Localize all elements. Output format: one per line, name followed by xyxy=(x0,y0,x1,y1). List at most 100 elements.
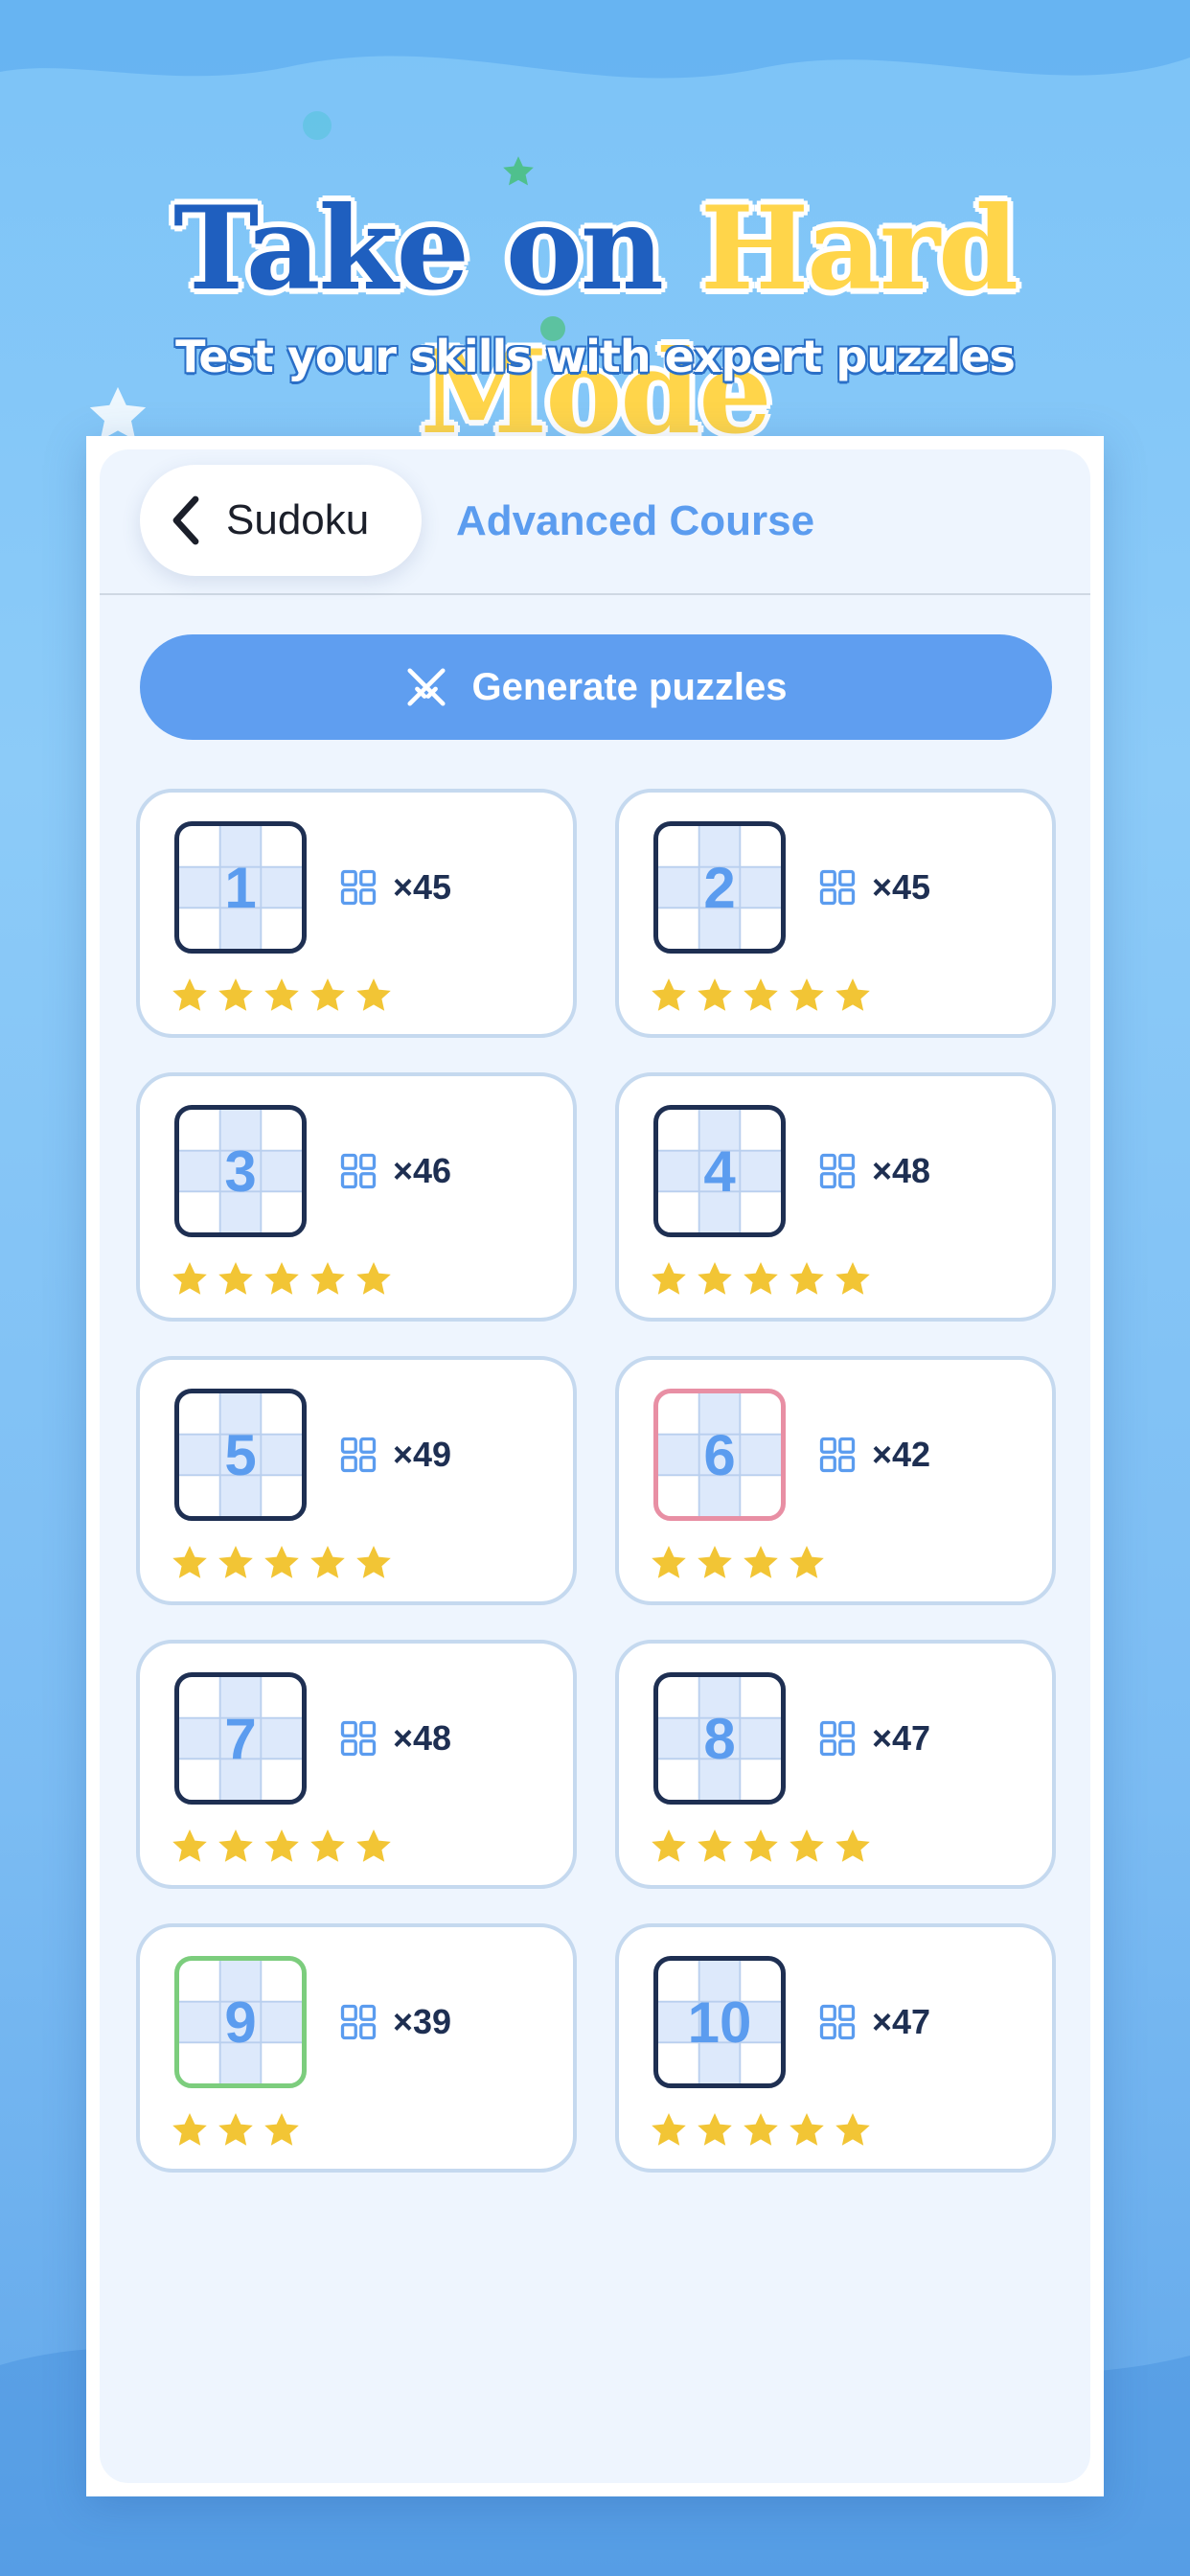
puzzle-card-9[interactable]: 9 ×39 xyxy=(136,1923,577,2173)
star-icon xyxy=(172,1829,207,1862)
difficulty-stars xyxy=(169,1542,399,1584)
piece-count: ×47 xyxy=(816,2000,930,2044)
grid-pieces-icon xyxy=(819,1437,856,1473)
back-button-label: Sudoku xyxy=(226,496,370,543)
top-bar: Sudoku Advanced Course xyxy=(100,449,1090,595)
puzzle-card-5[interactable]: 5 ×49 xyxy=(136,1356,577,1605)
star-icon xyxy=(790,1262,824,1295)
star-icon xyxy=(356,978,391,1011)
chevron-left-icon xyxy=(172,495,199,545)
difficulty-stars xyxy=(648,1542,832,1584)
piece-count-value: ×45 xyxy=(393,867,452,907)
star-icon xyxy=(356,1546,391,1578)
star-icon xyxy=(744,1546,778,1578)
star-icon xyxy=(264,978,299,1011)
star-icon xyxy=(698,2113,732,2146)
puzzle-thumbnail: 1 xyxy=(174,821,307,954)
piece-count: ×42 xyxy=(816,1433,930,1477)
difficulty-stars xyxy=(169,1826,399,1868)
grid-pieces-icon xyxy=(819,1153,856,1189)
puzzle-thumbnail: 7 xyxy=(174,1672,307,1805)
grid-pieces-icon xyxy=(340,2004,377,2040)
difficulty-stars xyxy=(648,1826,878,1868)
piece-count-value: ×47 xyxy=(872,2002,931,2041)
star-icon xyxy=(310,978,345,1011)
star-icon xyxy=(790,1829,824,1862)
difficulty-stars xyxy=(648,975,878,1017)
star-icon xyxy=(835,978,870,1011)
star-icon xyxy=(835,1262,870,1295)
star-icon xyxy=(356,1262,391,1295)
back-button[interactable]: Sudoku xyxy=(140,465,422,576)
piece-count-value: ×48 xyxy=(872,1151,931,1190)
star-icon xyxy=(652,1829,686,1862)
star-icon xyxy=(356,1829,391,1862)
puzzle-thumbnail: 5 xyxy=(174,1389,307,1521)
puzzle-card-8[interactable]: 8 ×47 xyxy=(615,1640,1056,1889)
star-icon xyxy=(310,1546,345,1578)
difficulty-stars xyxy=(169,975,399,1017)
dot-decoration xyxy=(303,111,332,140)
star-icon xyxy=(172,1546,207,1578)
grid-pieces-icon xyxy=(340,869,377,906)
subtitle: Test your skills with expert puzzles xyxy=(175,331,1016,382)
star-icon xyxy=(172,978,207,1011)
star-icon xyxy=(698,1546,732,1578)
puzzle-thumbnail: 10 xyxy=(653,1956,786,2088)
puzzle-card-10[interactable]: 10 ×47 xyxy=(615,1923,1056,2173)
piece-count-value: ×46 xyxy=(393,1151,452,1190)
generate-puzzles-label: Generate puzzles xyxy=(471,665,788,708)
puzzle-number: 7 xyxy=(224,1706,257,1771)
course-title: Advanced Course xyxy=(456,497,815,544)
puzzle-thumbnail: 8 xyxy=(653,1672,786,1805)
puzzle-thumbnail: 9 xyxy=(174,1956,307,2088)
grid-pieces-icon xyxy=(340,1153,377,1189)
star-icon xyxy=(652,978,686,1011)
puzzle-number: 3 xyxy=(224,1138,257,1204)
puzzle-card-6[interactable]: 6 ×42 xyxy=(615,1356,1056,1605)
piece-count: ×45 xyxy=(337,865,451,909)
puzzle-card-7[interactable]: 7 ×48 xyxy=(136,1640,577,1889)
star-icon xyxy=(744,1829,778,1862)
piece-count: ×46 xyxy=(337,1149,451,1193)
piece-count: ×48 xyxy=(816,1149,930,1193)
app-screen: Sudoku Advanced Course Generate puzzles xyxy=(100,449,1090,2483)
phone-frame: Sudoku Advanced Course Generate puzzles xyxy=(86,436,1104,2496)
star-icon xyxy=(264,2113,299,2146)
piece-count: ×48 xyxy=(337,1716,451,1760)
star-icon xyxy=(172,2113,207,2146)
star-icon xyxy=(652,2113,686,2146)
star-icon xyxy=(310,1262,345,1295)
grid-pieces-icon xyxy=(819,2004,856,2040)
puzzle-card-4[interactable]: 4 ×48 xyxy=(615,1072,1056,1322)
generate-icon xyxy=(407,668,446,706)
puzzle-card-2[interactable]: 2 ×45 xyxy=(615,789,1056,1038)
puzzle-thumbnail: 4 xyxy=(653,1105,786,1237)
star-icon xyxy=(172,1262,207,1295)
puzzle-card-1[interactable]: 1 ×45 xyxy=(136,789,577,1038)
star-icon xyxy=(218,978,253,1011)
piece-count: ×49 xyxy=(337,1433,451,1477)
top-wave-decoration xyxy=(0,0,1190,79)
star-icon xyxy=(744,2113,778,2146)
piece-count-value: ×45 xyxy=(872,867,931,907)
headline-part1: Take on xyxy=(172,181,664,316)
star-icon xyxy=(698,978,732,1011)
difficulty-stars xyxy=(648,2109,878,2151)
puzzle-card-3[interactable]: 3 ×46 xyxy=(136,1072,577,1322)
difficulty-stars xyxy=(169,1258,399,1300)
star-icon xyxy=(835,2113,870,2146)
star-icon xyxy=(218,2113,253,2146)
generate-puzzles-button[interactable]: Generate puzzles xyxy=(140,634,1052,740)
piece-count-value: ×48 xyxy=(393,1718,452,1758)
star-icon xyxy=(264,1546,299,1578)
piece-count-value: ×42 xyxy=(872,1435,931,1474)
difficulty-stars xyxy=(648,1258,878,1300)
puzzle-thumbnail: 3 xyxy=(174,1105,307,1237)
star-icon xyxy=(652,1546,686,1578)
grid-pieces-icon xyxy=(340,1437,377,1473)
puzzle-number: 5 xyxy=(224,1422,257,1487)
puzzle-number: 6 xyxy=(703,1422,736,1487)
star-icon xyxy=(790,978,824,1011)
star-icon xyxy=(790,1546,824,1578)
